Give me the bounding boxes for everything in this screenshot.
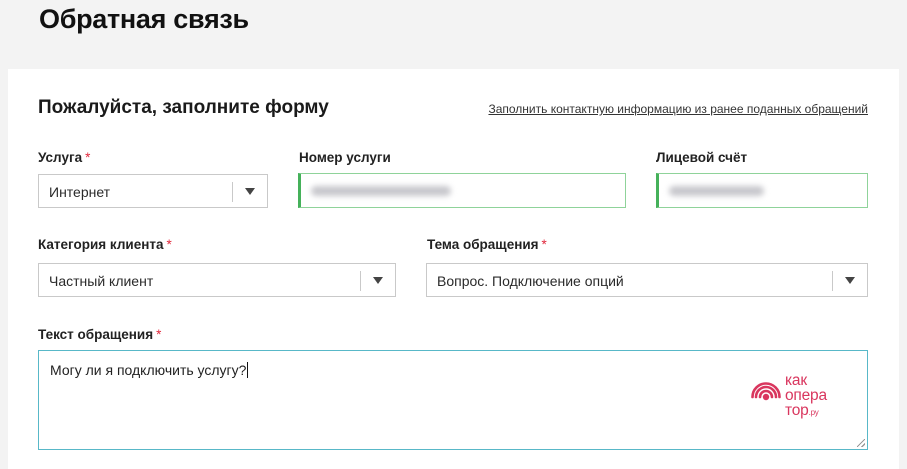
- watermark-line: тор.ру: [785, 403, 827, 420]
- message-label-text: Текст обращения: [38, 327, 154, 342]
- service-select-value: Интернет: [49, 184, 111, 200]
- topic-label-text: Тема обращения: [427, 237, 539, 252]
- message-text: Могу ли я подключить услугу?: [50, 362, 249, 378]
- chevron-down-icon[interactable]: [373, 277, 383, 284]
- watermark-line: опера: [785, 387, 827, 404]
- message-textarea[interactable]: Могу ли я подключить услугу? как опера т…: [38, 350, 868, 450]
- message-value: Могу ли я подключить услугу?: [50, 362, 247, 378]
- service-select[interactable]: Интернет: [38, 174, 268, 208]
- feedback-form-card: Пожалуйста, заполните форму Заполнить ко…: [8, 69, 899, 469]
- client-category-value: Частный клиент: [49, 273, 154, 289]
- form-title: Пожалуйста, заполните форму: [38, 97, 329, 118]
- client-category-label-text: Категория клиента: [38, 237, 164, 252]
- select-separator: [232, 182, 233, 202]
- fill-contact-info-link[interactable]: Заполнить контактную информацию из ранее…: [488, 102, 868, 116]
- service-number-input[interactable]: [298, 173, 626, 208]
- chevron-down-icon[interactable]: [245, 188, 255, 195]
- message-label: Текст обращения *: [38, 327, 161, 342]
- select-separator: [832, 271, 833, 291]
- resize-handle-icon[interactable]: [857, 439, 865, 447]
- text-caret: [247, 362, 249, 378]
- topic-label: Тема обращения *: [427, 237, 547, 252]
- topic-value: Вопрос. Подключение опций: [437, 273, 624, 289]
- required-mark: *: [541, 237, 547, 252]
- watermark-suffix: .ру: [808, 408, 819, 417]
- required-mark: *: [156, 327, 162, 342]
- watermark-line: как: [785, 372, 807, 389]
- select-separator: [360, 271, 361, 291]
- service-number-label: Номер услуги: [299, 150, 391, 165]
- account-input[interactable]: [656, 173, 868, 208]
- service-label: Услуга *: [38, 150, 90, 165]
- signal-logo-icon: [751, 382, 781, 401]
- service-label-text: Услуга: [38, 150, 83, 165]
- watermark-line-text: тор: [785, 402, 809, 419]
- chevron-down-icon[interactable]: [845, 277, 855, 284]
- blurred-value: [669, 186, 764, 196]
- watermark-text: как опера тор.ру: [785, 373, 827, 420]
- required-mark: *: [166, 237, 172, 252]
- account-label: Лицевой счёт: [656, 150, 748, 165]
- topic-select[interactable]: Вопрос. Подключение опций: [426, 263, 868, 297]
- blurred-value: [311, 186, 451, 196]
- client-category-select[interactable]: Частный клиент: [38, 263, 396, 297]
- kakoperator-watermark: как опера тор.ру: [751, 373, 851, 421]
- client-category-label: Категория клиента *: [38, 237, 172, 252]
- page-title: Обратная связь: [39, 4, 249, 34]
- required-mark: *: [85, 150, 91, 165]
